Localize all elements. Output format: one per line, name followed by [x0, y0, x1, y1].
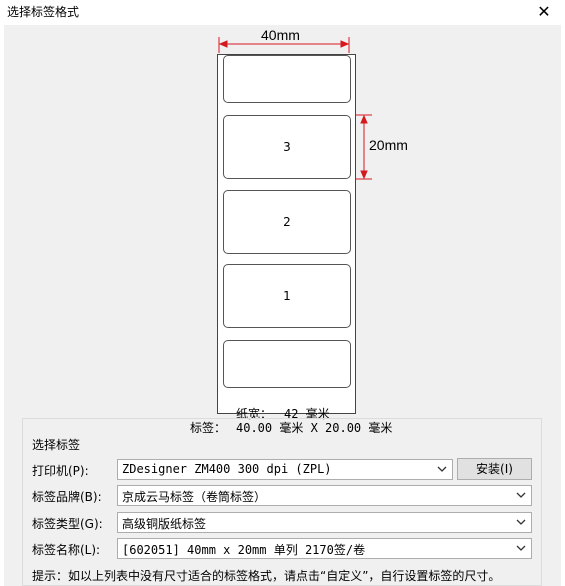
chevron-down-icon — [516, 545, 526, 551]
group-title: 选择标签 — [30, 436, 83, 453]
chevron-down-icon — [516, 492, 526, 498]
height-dimension-text: 20mm — [369, 137, 408, 153]
printer-label: 打印机(P): — [32, 464, 89, 478]
title-bar: 选择标签格式 ✕ — [0, 0, 565, 24]
name-label: 标签名称(L): — [32, 543, 101, 557]
close-icon[interactable]: ✕ — [531, 0, 557, 24]
brand-select[interactable]: 京成云马标签（卷筒标签） — [117, 485, 532, 506]
window-title: 选择标签格式 — [7, 5, 80, 19]
hint-text: 提示：如以上列表中没有尺寸适合的标签格式，请点击“自定义”，自行设置标签的尺寸。 — [32, 569, 501, 583]
chevron-down-icon — [437, 466, 447, 472]
width-dimension-text: 40mm — [261, 27, 300, 43]
printer-select[interactable]: ZDesigner ZM400 300 dpi (ZPL) — [117, 459, 453, 480]
dimension-lines — [218, 37, 372, 180]
type-label: 标签类型(G): — [32, 517, 103, 531]
label-preview: 3 2 1 40mm 20mm 纸宽： 42 毫米 标签： 40.00 毫米 X… — [4, 25, 561, 445]
brand-value: 京成云马标签（卷筒标签） — [122, 490, 267, 504]
chevron-down-icon — [516, 519, 526, 525]
brand-label: 标签品牌(B): — [32, 490, 102, 504]
printer-value: ZDesigner ZM400 300 dpi (ZPL) — [122, 462, 332, 476]
name-select[interactable]: [602051] 40mm x 20mm 单列 2170签/卷 — [117, 538, 532, 559]
install-button[interactable]: 安装(I) — [457, 458, 532, 480]
type-select[interactable]: 高级铜版纸标签 — [117, 512, 532, 533]
name-value: [602051] 40mm x 20mm 单列 2170签/卷 — [122, 543, 366, 557]
type-value: 高级铜版纸标签 — [122, 517, 207, 531]
